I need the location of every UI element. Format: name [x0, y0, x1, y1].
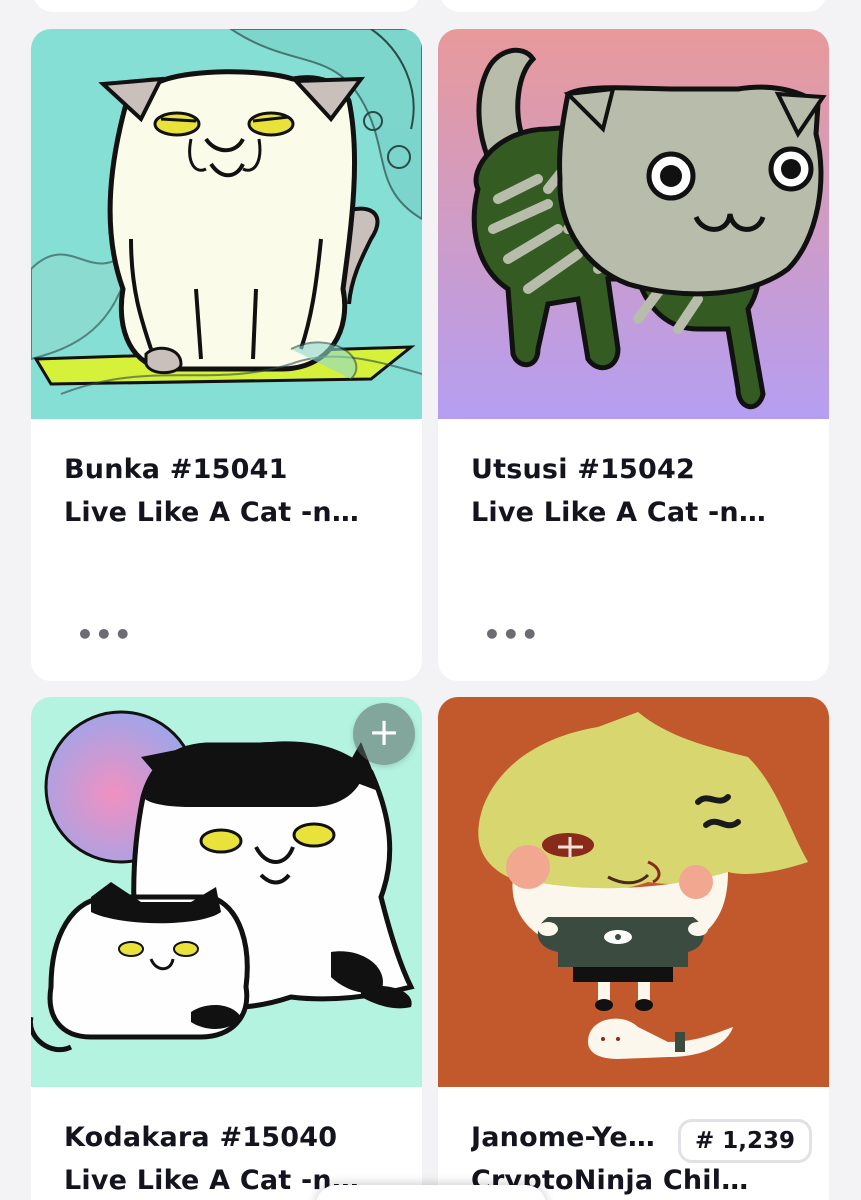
nft-collection-name[interactable]: Live Like A Cat -n… [64, 497, 359, 528]
nft-collection-name[interactable]: Live Like A Cat -n… [64, 1165, 359, 1196]
bottom-sheet-handle[interactable] [316, 1185, 546, 1200]
nft-card-kodakara[interactable]: + Kodakara #15040 Live Like A Cat -n… [31, 697, 422, 1200]
more-options-icon[interactable]: ••• [483, 621, 540, 649]
nft-card-janome[interactable]: Janome-Ye… # 1,239 CryptoNinja Chil… [438, 697, 829, 1200]
nft-card-bunka[interactable]: Bunka #15041 Live Like A Cat -n… ••• [31, 29, 422, 681]
more-options-icon[interactable]: ••• [76, 621, 133, 649]
nft-title[interactable]: Bunka #15041 [64, 454, 288, 485]
nft-collection-name[interactable]: Live Like A Cat -n… [471, 497, 766, 528]
previous-card-bottom-right [440, 0, 827, 12]
cat-nft-art-icon[interactable] [31, 29, 422, 419]
nft-card-utsusi[interactable]: Utsusi #15042 Live Like A Cat -n… ••• [438, 29, 829, 681]
rank-badge: # 1,239 [678, 1119, 813, 1163]
cat-nft-art-icon[interactable] [438, 29, 829, 419]
ninja-child-nft-art-icon[interactable] [438, 697, 829, 1087]
nft-title[interactable]: Utsusi #15042 [471, 454, 695, 485]
nft-title[interactable]: Janome-Ye… [471, 1122, 671, 1153]
add-button[interactable]: + [353, 703, 415, 765]
nft-title[interactable]: Kodakara #15040 [64, 1122, 337, 1153]
previous-card-bottom-left [33, 0, 420, 12]
